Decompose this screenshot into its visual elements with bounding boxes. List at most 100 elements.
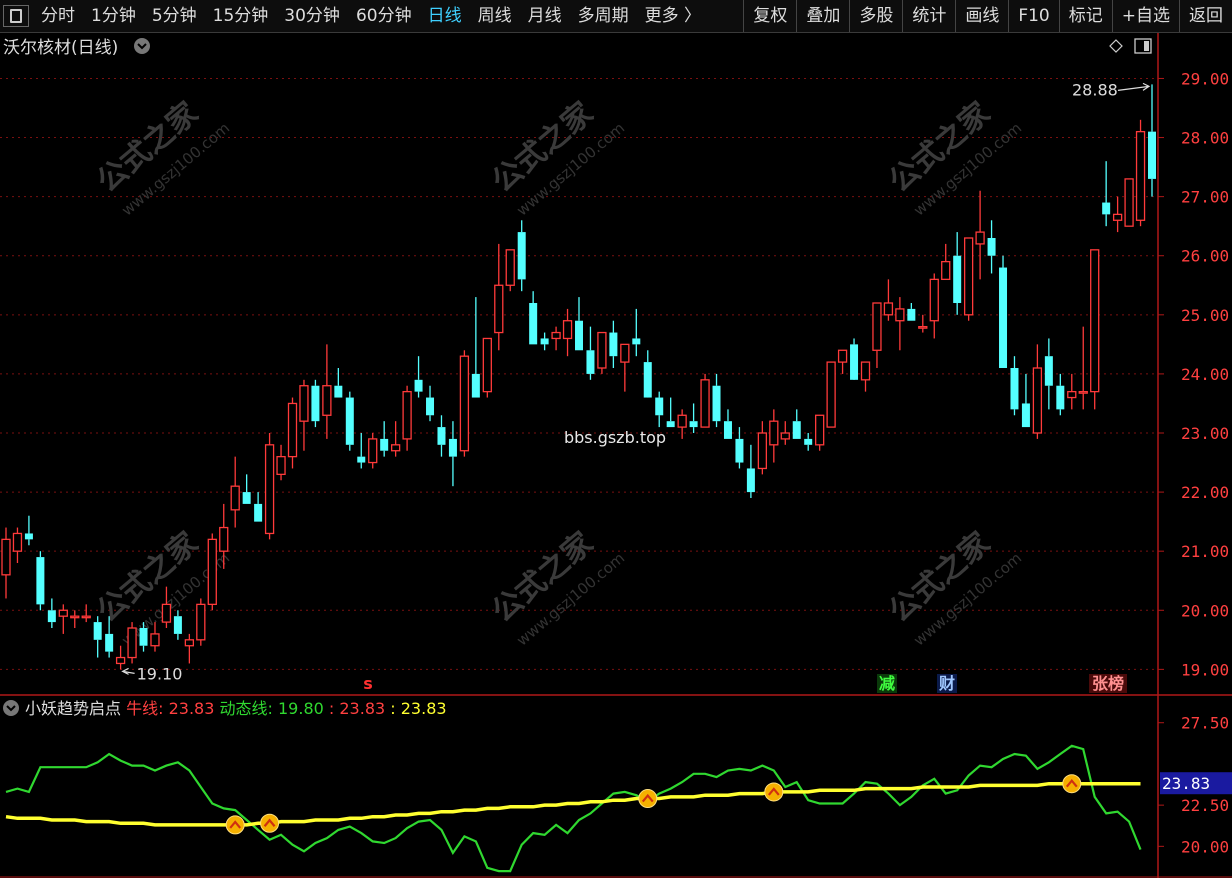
candle-body [529, 303, 538, 345]
candle-body [12, 532, 23, 552]
candle-body [632, 338, 641, 345]
period-tab-4[interactable]: 30分钟 [276, 0, 348, 32]
candle [757, 421, 768, 475]
candle [254, 492, 263, 522]
indicator-header-part: 动态线: [220, 699, 273, 718]
signal-dot [764, 782, 784, 802]
candle-body [184, 639, 195, 647]
candle-body [780, 432, 790, 440]
candle-body [723, 421, 732, 439]
candle [426, 385, 435, 422]
candle-body [609, 332, 618, 357]
candle-body [655, 397, 664, 416]
candle-body [620, 343, 630, 363]
panel-toggle-icon[interactable] [3, 5, 29, 27]
candle-body [390, 444, 401, 452]
candle [929, 273, 939, 339]
candle [115, 645, 126, 670]
candle [562, 308, 573, 357]
candle-body [666, 421, 675, 428]
candle [242, 474, 251, 504]
stock-title: 沃尔核材(日线) [3, 38, 118, 58]
candle [36, 551, 45, 611]
candle [482, 337, 492, 398]
candle-body [872, 302, 882, 351]
indicator-header-part: 23.83 [164, 699, 215, 718]
candle-body [357, 456, 366, 463]
toolbar-action-2[interactable]: 多股 [849, 0, 902, 32]
candle-body [1010, 368, 1019, 410]
candle [677, 409, 687, 439]
toolbar-action-0[interactable]: 复权 [743, 0, 796, 32]
period-tab-0[interactable]: 分时 [33, 0, 83, 32]
candle [448, 421, 457, 487]
candle [575, 297, 583, 351]
candle-body [196, 603, 206, 641]
toolbar-action-5[interactable]: F10 [1008, 0, 1058, 32]
period-tab-6[interactable]: 日线 [420, 0, 470, 32]
price-tick-label: 19.00 [1181, 660, 1229, 679]
indicator-panel: 27.50 22.50 20.00 23.83 [5, 714, 1232, 873]
candle-body [494, 284, 504, 334]
toolbar-action-7[interactable]: +自选 [1111, 0, 1179, 32]
candle [437, 415, 446, 457]
signal-dot [1062, 774, 1082, 794]
toolbar-action-8[interactable]: 返回 [1179, 0, 1232, 32]
indicator-header: 小妖趋势启点 牛线: 23.83 动态线: 19.80 : 23.83 : 23… [25, 699, 447, 718]
candle-body [471, 373, 480, 398]
candle-body [1148, 131, 1156, 179]
candle [322, 344, 332, 439]
candle-body [36, 557, 45, 605]
candle [459, 350, 470, 457]
candle-body [93, 622, 102, 640]
candle [963, 237, 974, 321]
candle [987, 220, 996, 274]
toolbar-action-1[interactable]: 叠加 [796, 0, 849, 32]
signal-marker [225, 815, 245, 835]
period-tab-7[interactable]: 周线 [470, 0, 520, 32]
candle [1124, 178, 1134, 227]
candle-body [540, 338, 549, 345]
candle-body [219, 526, 229, 552]
period-tab-2[interactable]: 5分钟 [144, 0, 205, 32]
period-tab-1[interactable]: 1分钟 [83, 0, 144, 32]
watermark: 公式之家www.gszj100.com [883, 526, 1026, 650]
candle-body [334, 385, 343, 398]
price-tick-label: 28.00 [1181, 129, 1229, 148]
candle [287, 397, 298, 469]
indicator-tick-label: 27.50 [1181, 714, 1229, 733]
candle [769, 409, 779, 463]
candle-body [150, 633, 160, 647]
toolbar-action-4[interactable]: 画线 [955, 0, 1008, 32]
candle-body [1021, 403, 1030, 428]
candle [597, 331, 607, 374]
indicator-header-part: 小妖趋势启点 [25, 699, 121, 718]
candle-body [70, 615, 80, 619]
candle [70, 610, 80, 628]
candle-body [700, 379, 710, 428]
period-tab-10[interactable]: 更多 〉 [637, 0, 709, 32]
candle-body [505, 249, 515, 286]
candle [1135, 119, 1146, 227]
candle-body [207, 538, 217, 606]
candle-body [482, 337, 492, 393]
candle-body [448, 438, 457, 457]
candle [826, 361, 836, 428]
period-tab-9[interactable]: 多周期 [570, 0, 637, 32]
period-tab-5[interactable]: 60分钟 [348, 0, 420, 32]
candle-body [254, 503, 263, 522]
low-label: 19.10 [137, 664, 183, 683]
period-tab-8[interactable]: 月线 [520, 0, 570, 32]
toolbar-action-6[interactable]: 标记 [1058, 0, 1112, 32]
candle-body [161, 603, 172, 623]
toolbar-action-3[interactable]: 统计 [902, 0, 955, 32]
candle [196, 598, 206, 646]
candle [792, 409, 801, 439]
indicator-tick-label: 20.00 [1181, 837, 1229, 856]
candle-body [459, 355, 470, 452]
candle [655, 391, 664, 428]
candle [723, 409, 732, 439]
indicator-tick-label: 22.50 [1181, 796, 1229, 815]
period-tab-3[interactable]: 15分钟 [205, 0, 277, 32]
watermark: 公式之家www.gszj100.com [486, 96, 629, 220]
